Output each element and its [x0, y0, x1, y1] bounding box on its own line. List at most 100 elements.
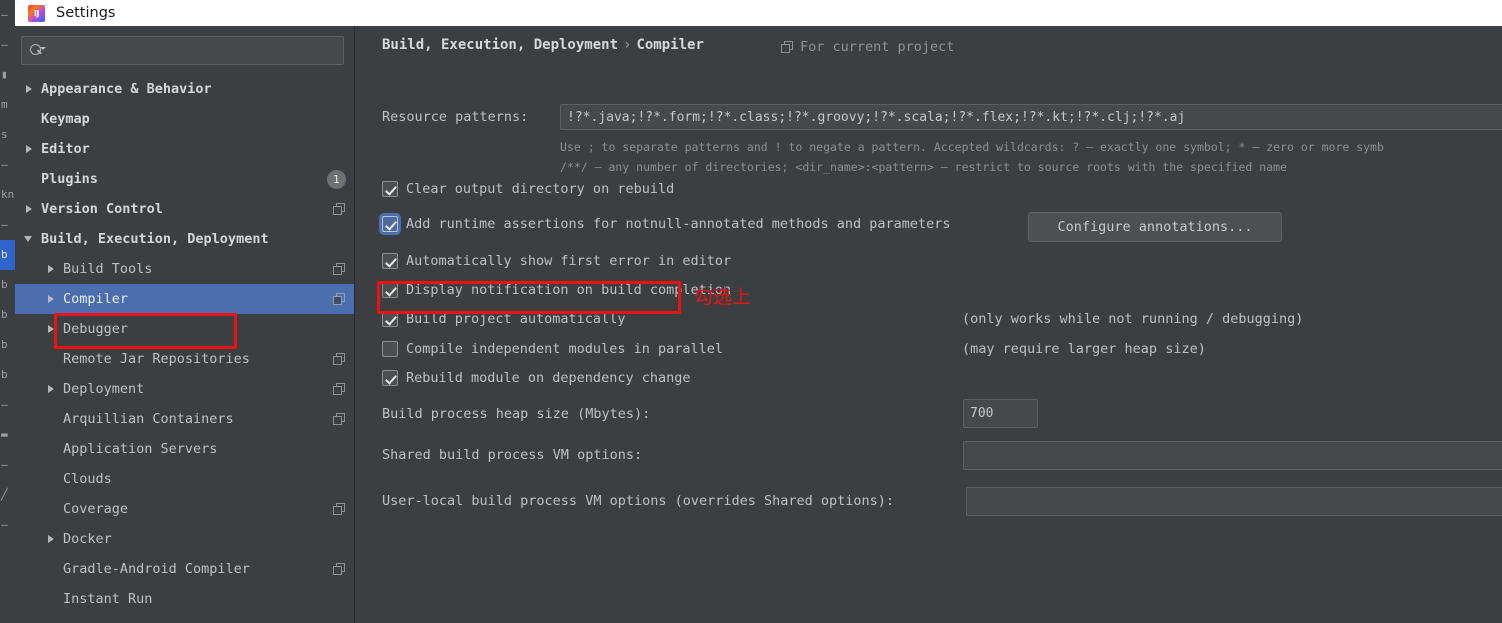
sidebar-item-label: Compiler: [63, 291, 129, 307]
window-title: Settings: [56, 5, 116, 21]
checkbox-automatically-show-first-error[interactable]: Automatically show first error in editor: [382, 253, 731, 269]
sidebar-item-build-tools[interactable]: Build Tools: [15, 254, 354, 284]
sidebar-item-instant-run[interactable]: Instant Run: [15, 584, 354, 614]
project-scope-icon: [333, 412, 346, 426]
sidebar-item-label: Editor: [41, 141, 90, 157]
sidebar-item-version-control[interactable]: Version Control: [15, 194, 354, 224]
shared-vm-options-label: Shared build process VM options:: [382, 447, 643, 463]
heap-size-input[interactable]: 700: [963, 399, 1038, 428]
search-icon: [30, 43, 46, 58]
background-row: ▮: [1, 68, 8, 81]
search-input[interactable]: [45, 42, 343, 59]
background-row: –: [1, 398, 8, 411]
chevron-right-icon[interactable]: [45, 382, 59, 396]
checkbox-box[interactable]: [382, 216, 398, 232]
background-row: s: [1, 128, 8, 141]
sidebar-item-label: Keymap: [41, 111, 90, 127]
resource-patterns-label: Resource patterns:: [382, 109, 529, 125]
sidebar-item-arquillian-containers[interactable]: Arquillian Containers: [15, 404, 354, 434]
background-row: ▬: [1, 428, 8, 441]
tree-spacer-icon: [23, 112, 37, 126]
sidebar-item-gradle-android-compiler[interactable]: Gradle-Android Compiler: [15, 554, 354, 584]
breadcrumb: Build, Execution, Deployment › Compiler: [382, 37, 704, 53]
annotation-chinese-note: 勾选上: [694, 286, 752, 308]
checkbox-display-notification[interactable]: Display notification on build completion: [382, 282, 731, 298]
settings-window: – – ▮ m s – kn – b b b b b – ▬ – ╱ – Set…: [0, 0, 1502, 623]
compiler-settings-panel: Build, Execution, Deployment › Compiler Fo…: [356, 26, 1502, 623]
checkbox-clear-output-directory[interactable]: Clear output directory on rebuild: [382, 181, 674, 197]
checkbox-add-runtime-assertions[interactable]: Add runtime assertions for notnull-annot…: [382, 216, 951, 232]
chevron-down-icon[interactable]: [23, 232, 37, 246]
configure-annotations-button[interactable]: Configure annotations...: [1028, 212, 1282, 242]
sidebar-item-label: Arquillian Containers: [63, 411, 234, 427]
tree-spacer-icon: [45, 592, 59, 606]
intellij-idea-icon: [28, 4, 45, 22]
background-row: [0, 570, 15, 600]
sidebar-item-clouds[interactable]: Clouds: [15, 464, 354, 494]
resource-patterns-input[interactable]: !?*.java;!?*.form;!?*.class;!?*.groovy;!…: [560, 104, 1502, 130]
sidebar-item-label: Docker: [63, 531, 112, 547]
sidebar-item-application-servers[interactable]: Application Servers: [15, 434, 354, 464]
checkbox-box[interactable]: [382, 282, 398, 298]
checkbox-compile-independent-modules[interactable]: Compile independent modules in parallel: [382, 341, 723, 357]
sidebar-item-keymap[interactable]: Keymap: [15, 104, 354, 134]
background-ide-strip: – – ▮ m s – kn – b b b b b – ▬ – ╱ –: [0, 0, 15, 623]
chevron-right-icon[interactable]: [45, 262, 59, 276]
sidebar-item-editor[interactable]: Editor: [15, 134, 354, 164]
background-row: ╱: [1, 488, 8, 501]
checkbox-box[interactable]: [382, 311, 398, 327]
sidebar-item-appearance-behavior[interactable]: Appearance & Behavior: [15, 74, 354, 104]
checkbox-label: Build project automatically: [406, 311, 626, 327]
background-row: b: [1, 368, 8, 381]
chevron-right-icon[interactable]: [23, 202, 37, 216]
breadcrumb-parent[interactable]: Build, Execution, Deployment: [382, 37, 618, 53]
sidebar-item-label: Coverage: [63, 501, 129, 517]
heap-size-label: Build process heap size (Mbytes):: [382, 406, 651, 422]
breadcrumb-separator: ›: [623, 37, 632, 53]
sidebar-item-label: Application Servers: [63, 441, 218, 457]
sidebar-item-label: Deployment: [63, 381, 145, 397]
background-row: –: [1, 518, 8, 531]
chevron-right-icon[interactable]: [23, 82, 37, 96]
background-row: b: [1, 278, 8, 291]
patterns-hint-line-2: /**/ — any number of directories; <dir_n…: [560, 160, 1287, 174]
checkbox-label: Compile independent modules in parallel: [406, 341, 723, 357]
sidebar-item-label: Clouds: [63, 471, 112, 487]
sidebar-item-plugins[interactable]: Plugins 1: [15, 164, 354, 194]
checkbox-build-project-automatically[interactable]: Build project automatically: [382, 311, 625, 327]
checkbox-box[interactable]: [382, 253, 398, 269]
sidebar-item-docker[interactable]: Docker: [15, 524, 354, 554]
chevron-right-icon[interactable]: [45, 322, 59, 336]
user-local-vm-options-input[interactable]: [966, 487, 1502, 516]
project-scope-icon: [333, 202, 346, 216]
tree-spacer-icon: [45, 412, 59, 426]
background-row: [0, 540, 15, 570]
checkbox-rebuild-module-on-dependency-change[interactable]: Rebuild module on dependency change: [382, 370, 690, 386]
checkbox-box[interactable]: [382, 341, 398, 357]
search-box[interactable]: [21, 36, 344, 65]
sidebar-item-deployment[interactable]: Deployment: [15, 374, 354, 404]
note-build-automatically: (only works while not running / debuggin…: [962, 311, 1304, 327]
tree-spacer-icon: [23, 172, 37, 186]
checkbox-box[interactable]: [382, 181, 398, 197]
shared-vm-options-input[interactable]: [963, 441, 1502, 470]
project-scope-icon: [333, 352, 346, 366]
sidebar-item-debugger[interactable]: Debugger: [15, 314, 354, 344]
sidebar-item-label: Instant Run: [63, 591, 153, 607]
sidebar-item-build-execution-deployment[interactable]: Build, Execution, Deployment: [15, 224, 354, 254]
tree-spacer-icon: [45, 472, 59, 486]
project-scope-icon: [333, 262, 346, 276]
chevron-right-icon[interactable]: [45, 532, 59, 546]
background-row: –: [1, 458, 8, 471]
background-row: kn: [1, 188, 15, 201]
sidebar-item-coverage[interactable]: Coverage: [15, 494, 354, 524]
sidebar-item-compiler[interactable]: Compiler: [15, 284, 354, 314]
chevron-right-icon[interactable]: [45, 292, 59, 306]
sidebar-item-remote-jar-repositories[interactable]: Remote Jar Repositories: [15, 344, 354, 374]
sidebar-item-label: Build, Execution, Deployment: [41, 231, 269, 247]
project-scope-icon: [333, 382, 346, 396]
patterns-hint-line-1: Use ; to separate patterns and ! to nega…: [560, 140, 1384, 154]
project-scope-icon: [333, 292, 346, 306]
chevron-right-icon[interactable]: [23, 142, 37, 156]
checkbox-box[interactable]: [382, 370, 398, 386]
